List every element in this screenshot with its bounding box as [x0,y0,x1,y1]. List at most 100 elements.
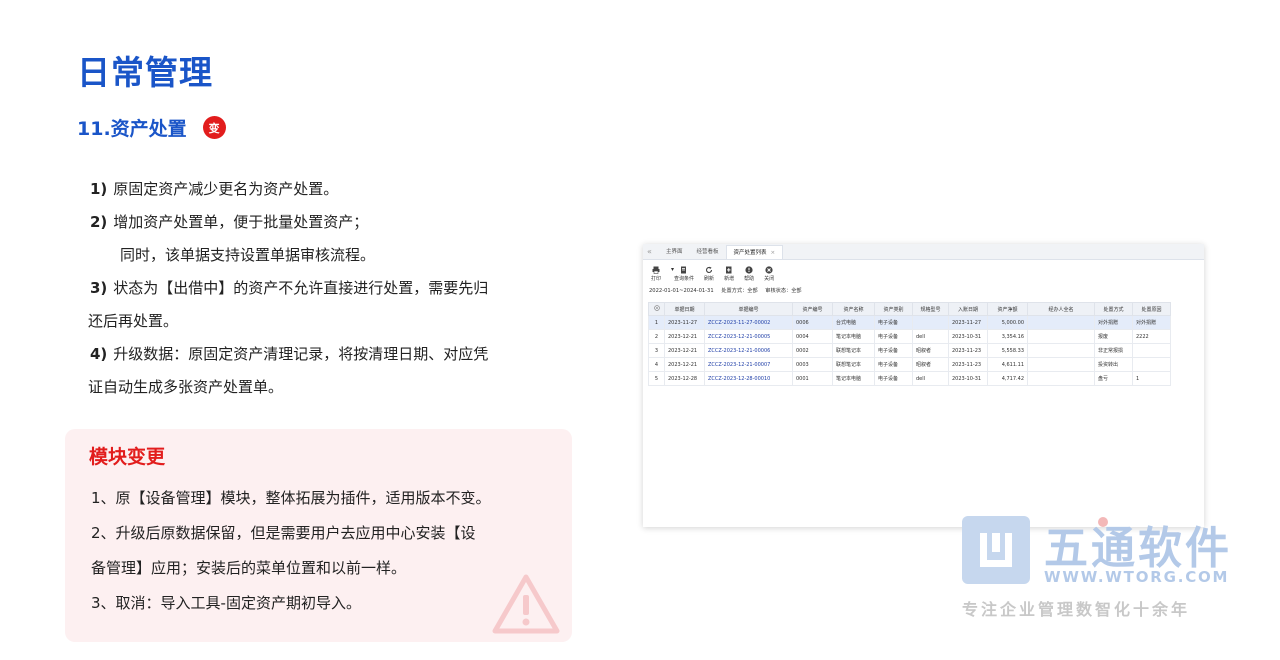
column-header[interactable]: 处置原因 [1132,302,1171,316]
bullet-continuation: 证自动生成多张资产处置单。 [88,378,284,396]
column-header[interactable]: 规格型号 [912,302,949,316]
column-header[interactable]: 资产名称 [832,302,875,316]
filter-method: 处置方式：全部 [721,288,758,294]
collapse-arrow-icon[interactable]: « [647,245,659,259]
help-icon [745,266,753,274]
section-title-text: 11.资产处置 [77,118,187,140]
print-button[interactable]: 打印 [651,266,661,282]
table-cell: 笔记本电脑 [832,329,875,344]
table-cell [1027,329,1095,344]
table-cell: 昭叙者 [912,343,949,358]
logo-name: 五通软件 [1044,523,1232,574]
table-cell: 0001 [792,371,833,386]
logo-dot [1098,517,1108,527]
table-cell: 3 [648,343,665,358]
help-button[interactable]: 帮助 [744,266,754,282]
column-header[interactable]: 单据日期 [664,302,705,316]
table-cell [1027,357,1095,372]
table-cell[interactable]: ZCCZ-2023-11-27-00002 [704,315,793,330]
table-cell: 2023-12-28 [664,371,705,386]
add-doc-icon [726,266,732,274]
table-cell: 3,354.16 [987,329,1028,344]
table-cell[interactable]: ZCCZ-2023-12-21-00006 [704,343,793,358]
table-cell [1027,315,1095,330]
bullet-item: 1) 原固定资产减少更名为资产处置。 [90,180,339,198]
bullet-item: 4) 升级数据：原固定资产清理记录，将按清理日期、对应凭 [90,345,489,363]
logo-url: WWW.WTORG.COM [1044,568,1230,586]
column-header[interactable]: 入账日期 [948,302,988,316]
table-cell: 报废 [1094,329,1133,344]
asset-disposal-screenshot: « 主界面 经营看板 资产处置列表 × 打印 ▾ 查询条件 刷新 新增 帮助 关闭 [643,244,1204,527]
table-cell: 2023-12-21 [664,357,705,372]
add-button[interactable]: 新增 [724,266,734,282]
change-badge: 变 [202,116,226,139]
bullet-item: 2) 增加资产处置单，便于批量处置资产； [90,213,369,231]
table-cell: 笔记本电脑 [832,371,875,386]
close-icon [765,266,773,274]
module-change-box: 模块变更 1、原【设备管理】模块，整体拓展为插件，适用版本不变。 2、升级后原数… [65,429,572,642]
table-cell: 2023-12-21 [664,343,705,358]
table-cell: 电子设备 [874,357,913,372]
column-settings[interactable] [648,302,665,316]
module-title: 模块变更 [89,446,166,468]
tab-asset-disposal-list[interactable]: 资产处置列表 × [725,245,784,259]
disposal-table: 单据日期 单据编号 资产编号 资产名称 资产类别 规格型号 入账日期 资产净额 … [648,302,1171,386]
table-cell: 联想笔记本 [832,357,875,372]
table-cell: 2023-10-31 [948,371,988,386]
query-button[interactable]: 查询条件 [674,266,694,282]
table-row[interactable]: 5 2023-12-28 ZCCZ-2023-12-28-00010 0001 … [648,371,1171,386]
module-item: 1、原【设备管理】模块，整体拓展为插件，适用版本不变。 [91,489,491,507]
column-header[interactable]: 经办人全名 [1027,302,1095,316]
tab-dashboard[interactable]: 经营看板 [690,245,726,259]
table-cell: 2023-11-23 [948,343,988,358]
filter-date-range: 2022-01-01~2024-01-31 [649,288,714,294]
table-row[interactable]: 1 2023-11-27 ZCCZ-2023-11-27-00002 0006 … [648,315,1171,330]
table-row[interactable]: 3 2023-12-21 ZCCZ-2023-12-21-00006 0002 … [648,343,1171,358]
printer-icon [652,266,660,274]
tab-close-icon[interactable]: × [771,250,776,256]
table-cell: 1 [1132,371,1171,386]
table-cell: 电子设备 [874,343,913,358]
close-button[interactable]: 关闭 [764,266,774,282]
table-cell: 电子设备 [874,371,913,386]
table-cell[interactable]: ZCCZ-2023-12-21-00007 [704,357,793,372]
table-cell[interactable]: ZCCZ-2023-12-21-00005 [704,329,793,344]
column-header[interactable]: 资产净额 [987,302,1028,316]
table-row[interactable]: 4 2023-12-21 ZCCZ-2023-12-21-00007 0003 … [648,357,1171,372]
table-cell: 盘亏 [1094,371,1133,386]
table-cell: 电子设备 [874,315,913,330]
table-cell [1132,343,1171,358]
logo-slogan: 专注企业管理数智化十余年 [962,600,1191,619]
bullet-continuation: 还后再处置。 [88,312,179,330]
column-header[interactable]: 资产编号 [792,302,833,316]
table-cell: 0002 [792,343,833,358]
logo-mark-icon [962,516,1030,584]
table-cell: 2023-11-27 [664,315,705,330]
tab-home[interactable]: 主界面 [659,245,690,259]
wutong-logo: 五通软件 WWW.WTORG.COM 专注企业管理数智化十余年 [962,516,1252,619]
column-header[interactable]: 单据编号 [704,302,793,316]
table-cell: 2222 [1132,329,1171,344]
table-cell: 2023-11-23 [948,357,988,372]
table-cell: 2023-12-21 [664,329,705,344]
table-cell: 投资转出 [1094,357,1133,372]
slide-title: 日常管理 [77,53,213,92]
table-cell [1132,357,1171,372]
table-row[interactable]: 2 2023-12-21 ZCCZ-2023-12-21-00005 0004 … [648,329,1171,344]
table-cell: 0006 [792,315,833,330]
table-cell: 昭叙者 [912,357,949,372]
refresh-button[interactable]: 刷新 [704,266,714,282]
table-cell: 2023-11-27 [948,315,988,330]
table-cell: 电子设备 [874,329,913,344]
warning-icon [492,574,560,634]
column-header[interactable]: 资产类别 [874,302,913,316]
column-header[interactable]: 处置方式 [1094,302,1133,316]
filter-status: 审核状态：全部 [765,288,802,294]
table-cell [912,315,949,330]
table-cell: 0004 [792,329,833,344]
toolbar: 打印 ▾ 查询条件 刷新 新增 帮助 关闭 [643,260,1204,284]
table-cell: dell [912,371,949,386]
table-cell: 非正常报损 [1094,343,1133,358]
table-cell [1027,343,1095,358]
table-cell[interactable]: ZCCZ-2023-12-28-00010 [704,371,793,386]
